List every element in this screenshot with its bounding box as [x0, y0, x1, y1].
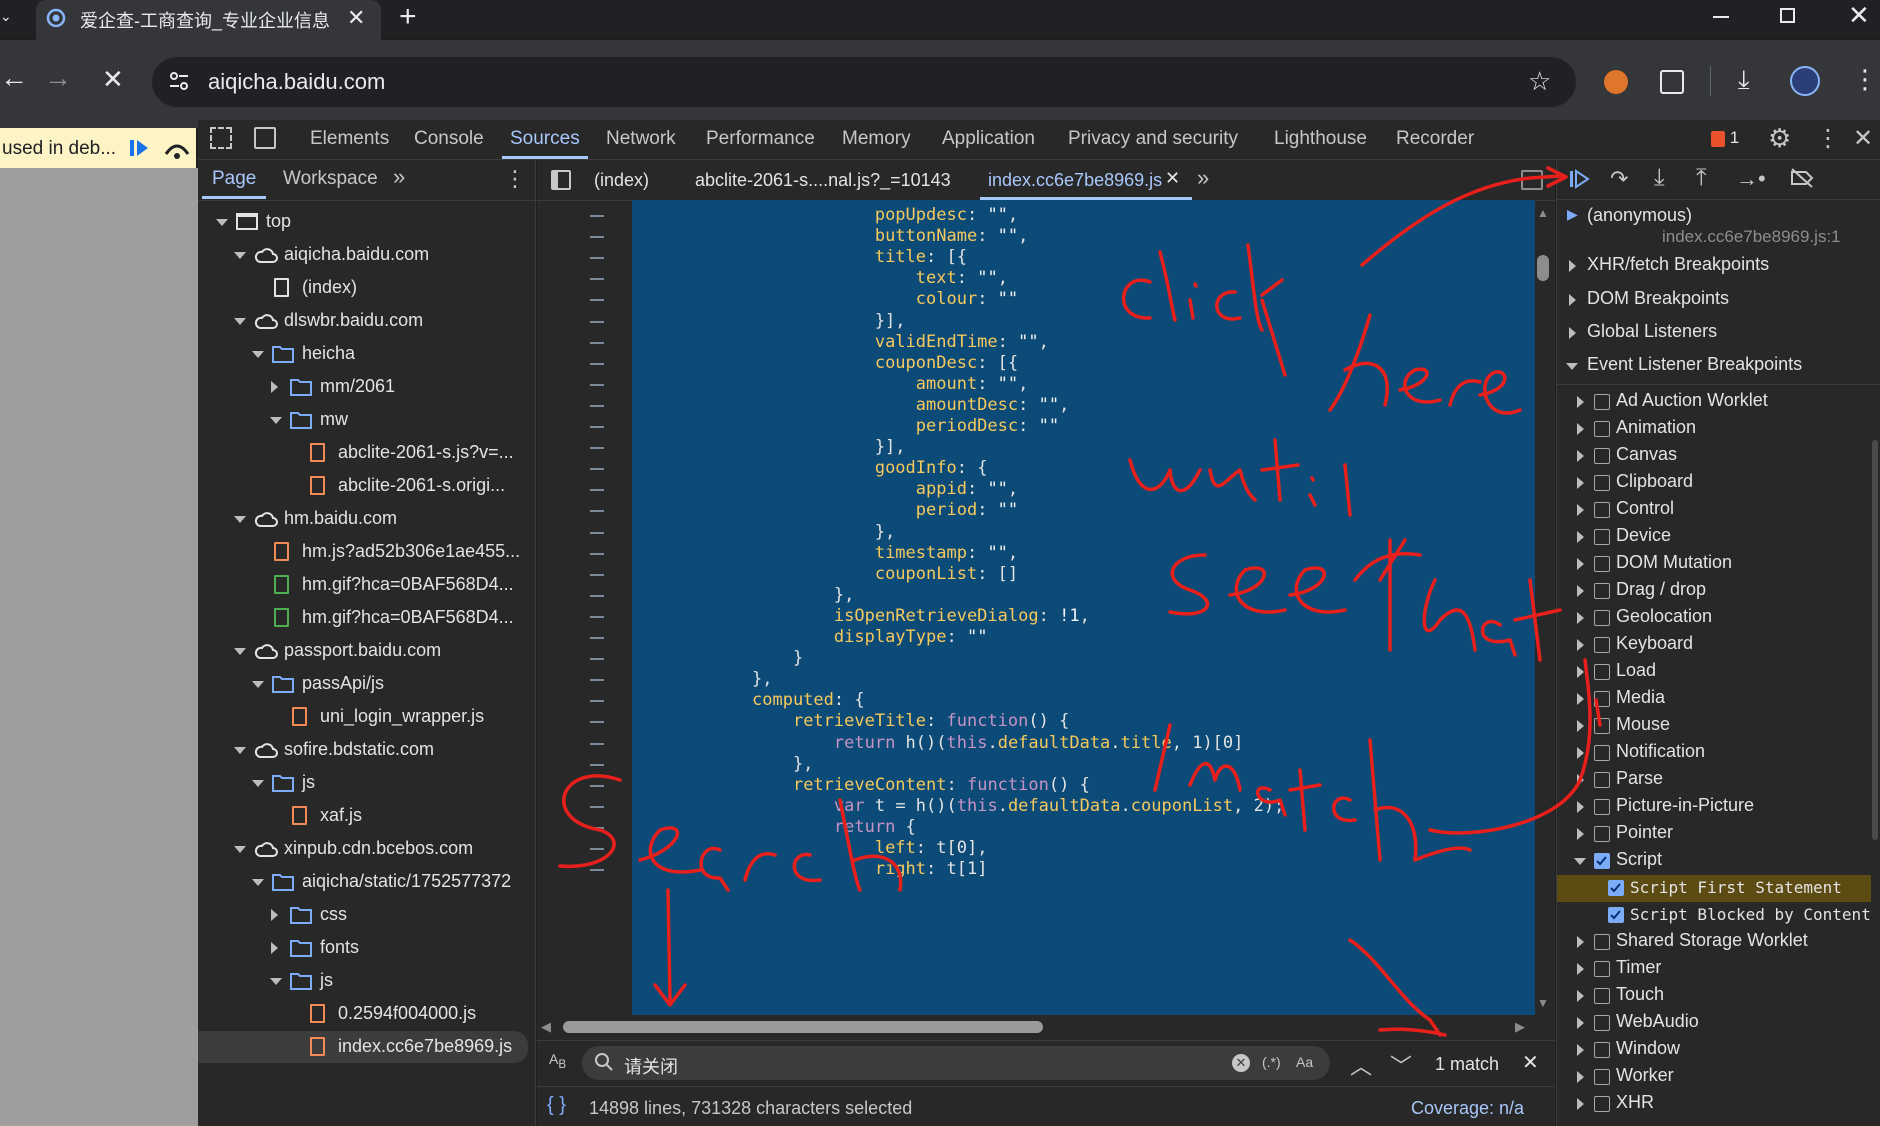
handwritten-annotation — [558, 166, 1602, 1037]
annotation-arrow-to-searchbar — [666, 888, 672, 1002]
annotation-arrow-to-script — [1428, 658, 1592, 835]
annotation-arrow-to-match — [1348, 938, 1442, 1037]
annotation-arrow-to-resume — [1360, 174, 1562, 267]
annotation-strokes — [558, 166, 1602, 1037]
